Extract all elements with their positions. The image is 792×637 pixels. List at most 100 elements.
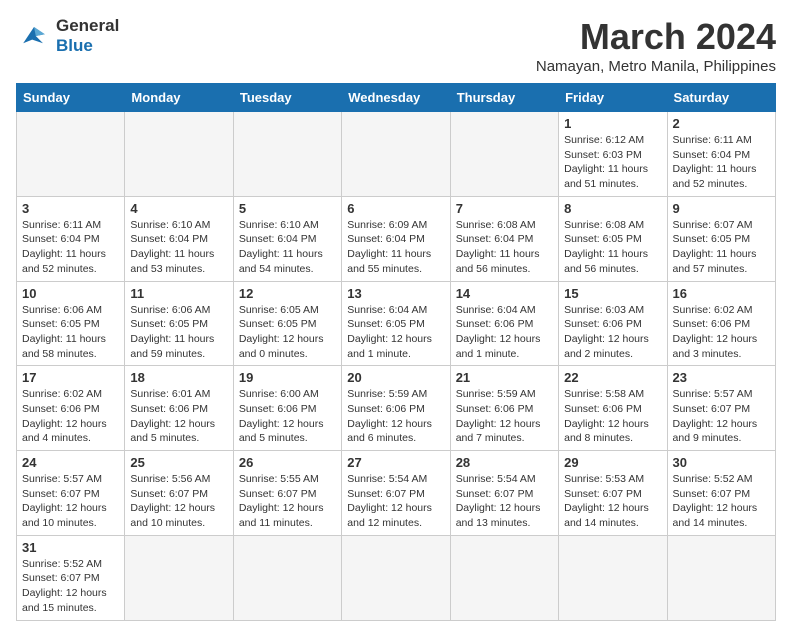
- calendar-day-cell: [233, 535, 341, 620]
- calendar-day-cell: 10Sunrise: 6:06 AM Sunset: 6:05 PM Dayli…: [17, 281, 125, 366]
- calendar-week-row: 10Sunrise: 6:06 AM Sunset: 6:05 PM Dayli…: [17, 281, 776, 366]
- day-number: 26: [239, 455, 336, 470]
- calendar-day-cell: [233, 112, 341, 197]
- col-friday: Friday: [559, 84, 667, 112]
- calendar-day-cell: 30Sunrise: 5:52 AM Sunset: 6:07 PM Dayli…: [667, 451, 775, 536]
- calendar-day-cell: 14 Sunrise: 6:04 AM Sunset: 6:06 PM Dayli…: [450, 281, 558, 366]
- day-number: 7: [456, 201, 553, 216]
- day-number: 19: [239, 370, 336, 385]
- calendar-title: March 2024: [536, 16, 776, 58]
- calendar-day-cell: 1Sunrise: 6:12 AM Sunset: 6:03 PM Daylig…: [559, 112, 667, 197]
- day-info: Sunrise: 6:01 AM Sunset: 6:06 PM Dayligh…: [130, 387, 227, 446]
- calendar-day-cell: 6Sunrise: 6:09 AM Sunset: 6:04 PM Daylig…: [342, 196, 450, 281]
- day-number: 17: [22, 370, 119, 385]
- day-info: Sunrise: 6:10 AM Sunset: 6:04 PM Dayligh…: [239, 218, 336, 277]
- calendar-header-row: Sunday Monday Tuesday Wednesday Thursday…: [17, 84, 776, 112]
- day-info: Sunrise: 6:12 AM Sunset: 6:03 PM Dayligh…: [564, 133, 661, 192]
- day-info: Sunrise: 6:03 AM Sunset: 6:06 PM Dayligh…: [564, 303, 661, 362]
- day-number: 25: [130, 455, 227, 470]
- day-number: 2: [673, 116, 770, 131]
- calendar-day-cell: [450, 535, 558, 620]
- day-info: Sunrise: 6:08 AM Sunset: 6:05 PM Dayligh…: [564, 218, 661, 277]
- calendar-day-cell: 11 Sunrise: 6:06 AM Sunset: 6:05 PM Dayli…: [125, 281, 233, 366]
- calendar-day-cell: 25Sunrise: 5:56 AM Sunset: 6:07 PM Dayli…: [125, 451, 233, 536]
- calendar-week-row: 3 Sunrise: 6:11 AM Sunset: 6:04 PM Daylig…: [17, 196, 776, 281]
- day-info: Sunrise: 5:53 AM Sunset: 6:07 PM Dayligh…: [564, 472, 661, 531]
- logo-text: General: [56, 16, 119, 36]
- day-info: Sunrise: 6:04 AM Sunset: 6:05 PM Dayligh…: [347, 303, 444, 362]
- day-number: 27: [347, 455, 444, 470]
- day-info: Sunrise: 6:11 AM Sunset: 6:04 PM Dayligh…: [673, 133, 770, 192]
- day-info: Sunrise: 6:08 AM Sunset: 6:04 PM Dayligh…: [456, 218, 553, 277]
- day-number: 31: [22, 540, 119, 555]
- calendar-day-cell: 3 Sunrise: 6:11 AM Sunset: 6:04 PM Daylig…: [17, 196, 125, 281]
- calendar-day-cell: [667, 535, 775, 620]
- day-number: 11: [130, 286, 227, 301]
- calendar-week-row: 1Sunrise: 6:12 AM Sunset: 6:03 PM Daylig…: [17, 112, 776, 197]
- day-number: 22: [564, 370, 661, 385]
- day-info: Sunrise: 5:57 AM Sunset: 6:07 PM Dayligh…: [22, 472, 119, 531]
- day-number: 15: [564, 286, 661, 301]
- day-info: Sunrise: 5:59 AM Sunset: 6:06 PM Dayligh…: [456, 387, 553, 446]
- calendar-day-cell: 2 Sunrise: 6:11 AM Sunset: 6:04 PM Daylig…: [667, 112, 775, 197]
- calendar-day-cell: 17Sunrise: 6:02 AM Sunset: 6:06 PM Dayli…: [17, 366, 125, 451]
- calendar-day-cell: [342, 535, 450, 620]
- calendar-day-cell: [450, 112, 558, 197]
- title-area: March 2024 Namayan, Metro Manila, Philip…: [536, 16, 776, 75]
- day-number: 30: [673, 455, 770, 470]
- day-number: 8: [564, 201, 661, 216]
- calendar-day-cell: [559, 535, 667, 620]
- calendar-day-cell: 29Sunrise: 5:53 AM Sunset: 6:07 PM Dayli…: [559, 451, 667, 536]
- col-thursday: Thursday: [450, 84, 558, 112]
- calendar-table: Sunday Monday Tuesday Wednesday Thursday…: [16, 83, 776, 621]
- day-info: Sunrise: 6:07 AM Sunset: 6:05 PM Dayligh…: [673, 218, 770, 277]
- calendar-day-cell: 5 Sunrise: 6:10 AM Sunset: 6:04 PM Daylig…: [233, 196, 341, 281]
- day-info: Sunrise: 6:11 AM Sunset: 6:04 PM Dayligh…: [22, 218, 119, 277]
- calendar-day-cell: 24Sunrise: 5:57 AM Sunset: 6:07 PM Dayli…: [17, 451, 125, 536]
- calendar-day-cell: 23 Sunrise: 5:57 AM Sunset: 6:07 PM Dayli…: [667, 366, 775, 451]
- calendar-subtitle: Namayan, Metro Manila, Philippines: [536, 58, 776, 75]
- day-info: Sunrise: 6:00 AM Sunset: 6:06 PM Dayligh…: [239, 387, 336, 446]
- col-tuesday: Tuesday: [233, 84, 341, 112]
- page-container: General Blue March 2024 Namayan, Metro M…: [16, 16, 776, 621]
- day-number: 5: [239, 201, 336, 216]
- day-number: 21: [456, 370, 553, 385]
- col-wednesday: Wednesday: [342, 84, 450, 112]
- logo-icon: [16, 18, 52, 54]
- day-info: Sunrise: 6:02 AM Sunset: 6:06 PM Dayligh…: [673, 303, 770, 362]
- calendar-day-cell: 8 Sunrise: 6:08 AM Sunset: 6:05 PM Daylig…: [559, 196, 667, 281]
- calendar-week-row: 17Sunrise: 6:02 AM Sunset: 6:06 PM Dayli…: [17, 366, 776, 451]
- logo: General Blue: [16, 16, 119, 56]
- day-info: Sunrise: 5:54 AM Sunset: 6:07 PM Dayligh…: [456, 472, 553, 531]
- day-info: Sunrise: 6:06 AM Sunset: 6:05 PM Dayligh…: [130, 303, 227, 362]
- calendar-week-row: 24Sunrise: 5:57 AM Sunset: 6:07 PM Dayli…: [17, 451, 776, 536]
- day-info: Sunrise: 6:04 AM Sunset: 6:06 PM Dayligh…: [456, 303, 553, 362]
- calendar-day-cell: 22 Sunrise: 5:58 AM Sunset: 6:06 PM Dayli…: [559, 366, 667, 451]
- day-number: 3: [22, 201, 119, 216]
- calendar-day-cell: 31 Sunrise: 5:52 AM Sunset: 6:07 PM Dayli…: [17, 535, 125, 620]
- calendar-day-cell: [125, 112, 233, 197]
- day-info: Sunrise: 6:09 AM Sunset: 6:04 PM Dayligh…: [347, 218, 444, 277]
- day-info: Sunrise: 5:52 AM Sunset: 6:07 PM Dayligh…: [22, 557, 119, 616]
- day-info: Sunrise: 5:57 AM Sunset: 6:07 PM Dayligh…: [673, 387, 770, 446]
- day-info: Sunrise: 5:55 AM Sunset: 6:07 PM Dayligh…: [239, 472, 336, 531]
- col-monday: Monday: [125, 84, 233, 112]
- day-number: 9: [673, 201, 770, 216]
- day-number: 14: [456, 286, 553, 301]
- calendar-day-cell: 15 Sunrise: 6:03 AM Sunset: 6:06 PM Dayli…: [559, 281, 667, 366]
- day-number: 20: [347, 370, 444, 385]
- day-number: 4: [130, 201, 227, 216]
- calendar-day-cell: [125, 535, 233, 620]
- calendar-day-cell: 27Sunrise: 5:54 AM Sunset: 6:07 PM Dayli…: [342, 451, 450, 536]
- day-number: 23: [673, 370, 770, 385]
- calendar-day-cell: 12Sunrise: 6:05 AM Sunset: 6:05 PM Dayli…: [233, 281, 341, 366]
- calendar-day-cell: 28 Sunrise: 5:54 AM Sunset: 6:07 PM Dayli…: [450, 451, 558, 536]
- day-number: 16: [673, 286, 770, 301]
- col-sunday: Sunday: [17, 84, 125, 112]
- calendar-day-cell: 9 Sunrise: 6:07 AM Sunset: 6:05 PM Daylig…: [667, 196, 775, 281]
- day-number: 12: [239, 286, 336, 301]
- day-info: Sunrise: 5:59 AM Sunset: 6:06 PM Dayligh…: [347, 387, 444, 446]
- day-info: Sunrise: 5:58 AM Sunset: 6:06 PM Dayligh…: [564, 387, 661, 446]
- day-info: Sunrise: 6:06 AM Sunset: 6:05 PM Dayligh…: [22, 303, 119, 362]
- day-number: 28: [456, 455, 553, 470]
